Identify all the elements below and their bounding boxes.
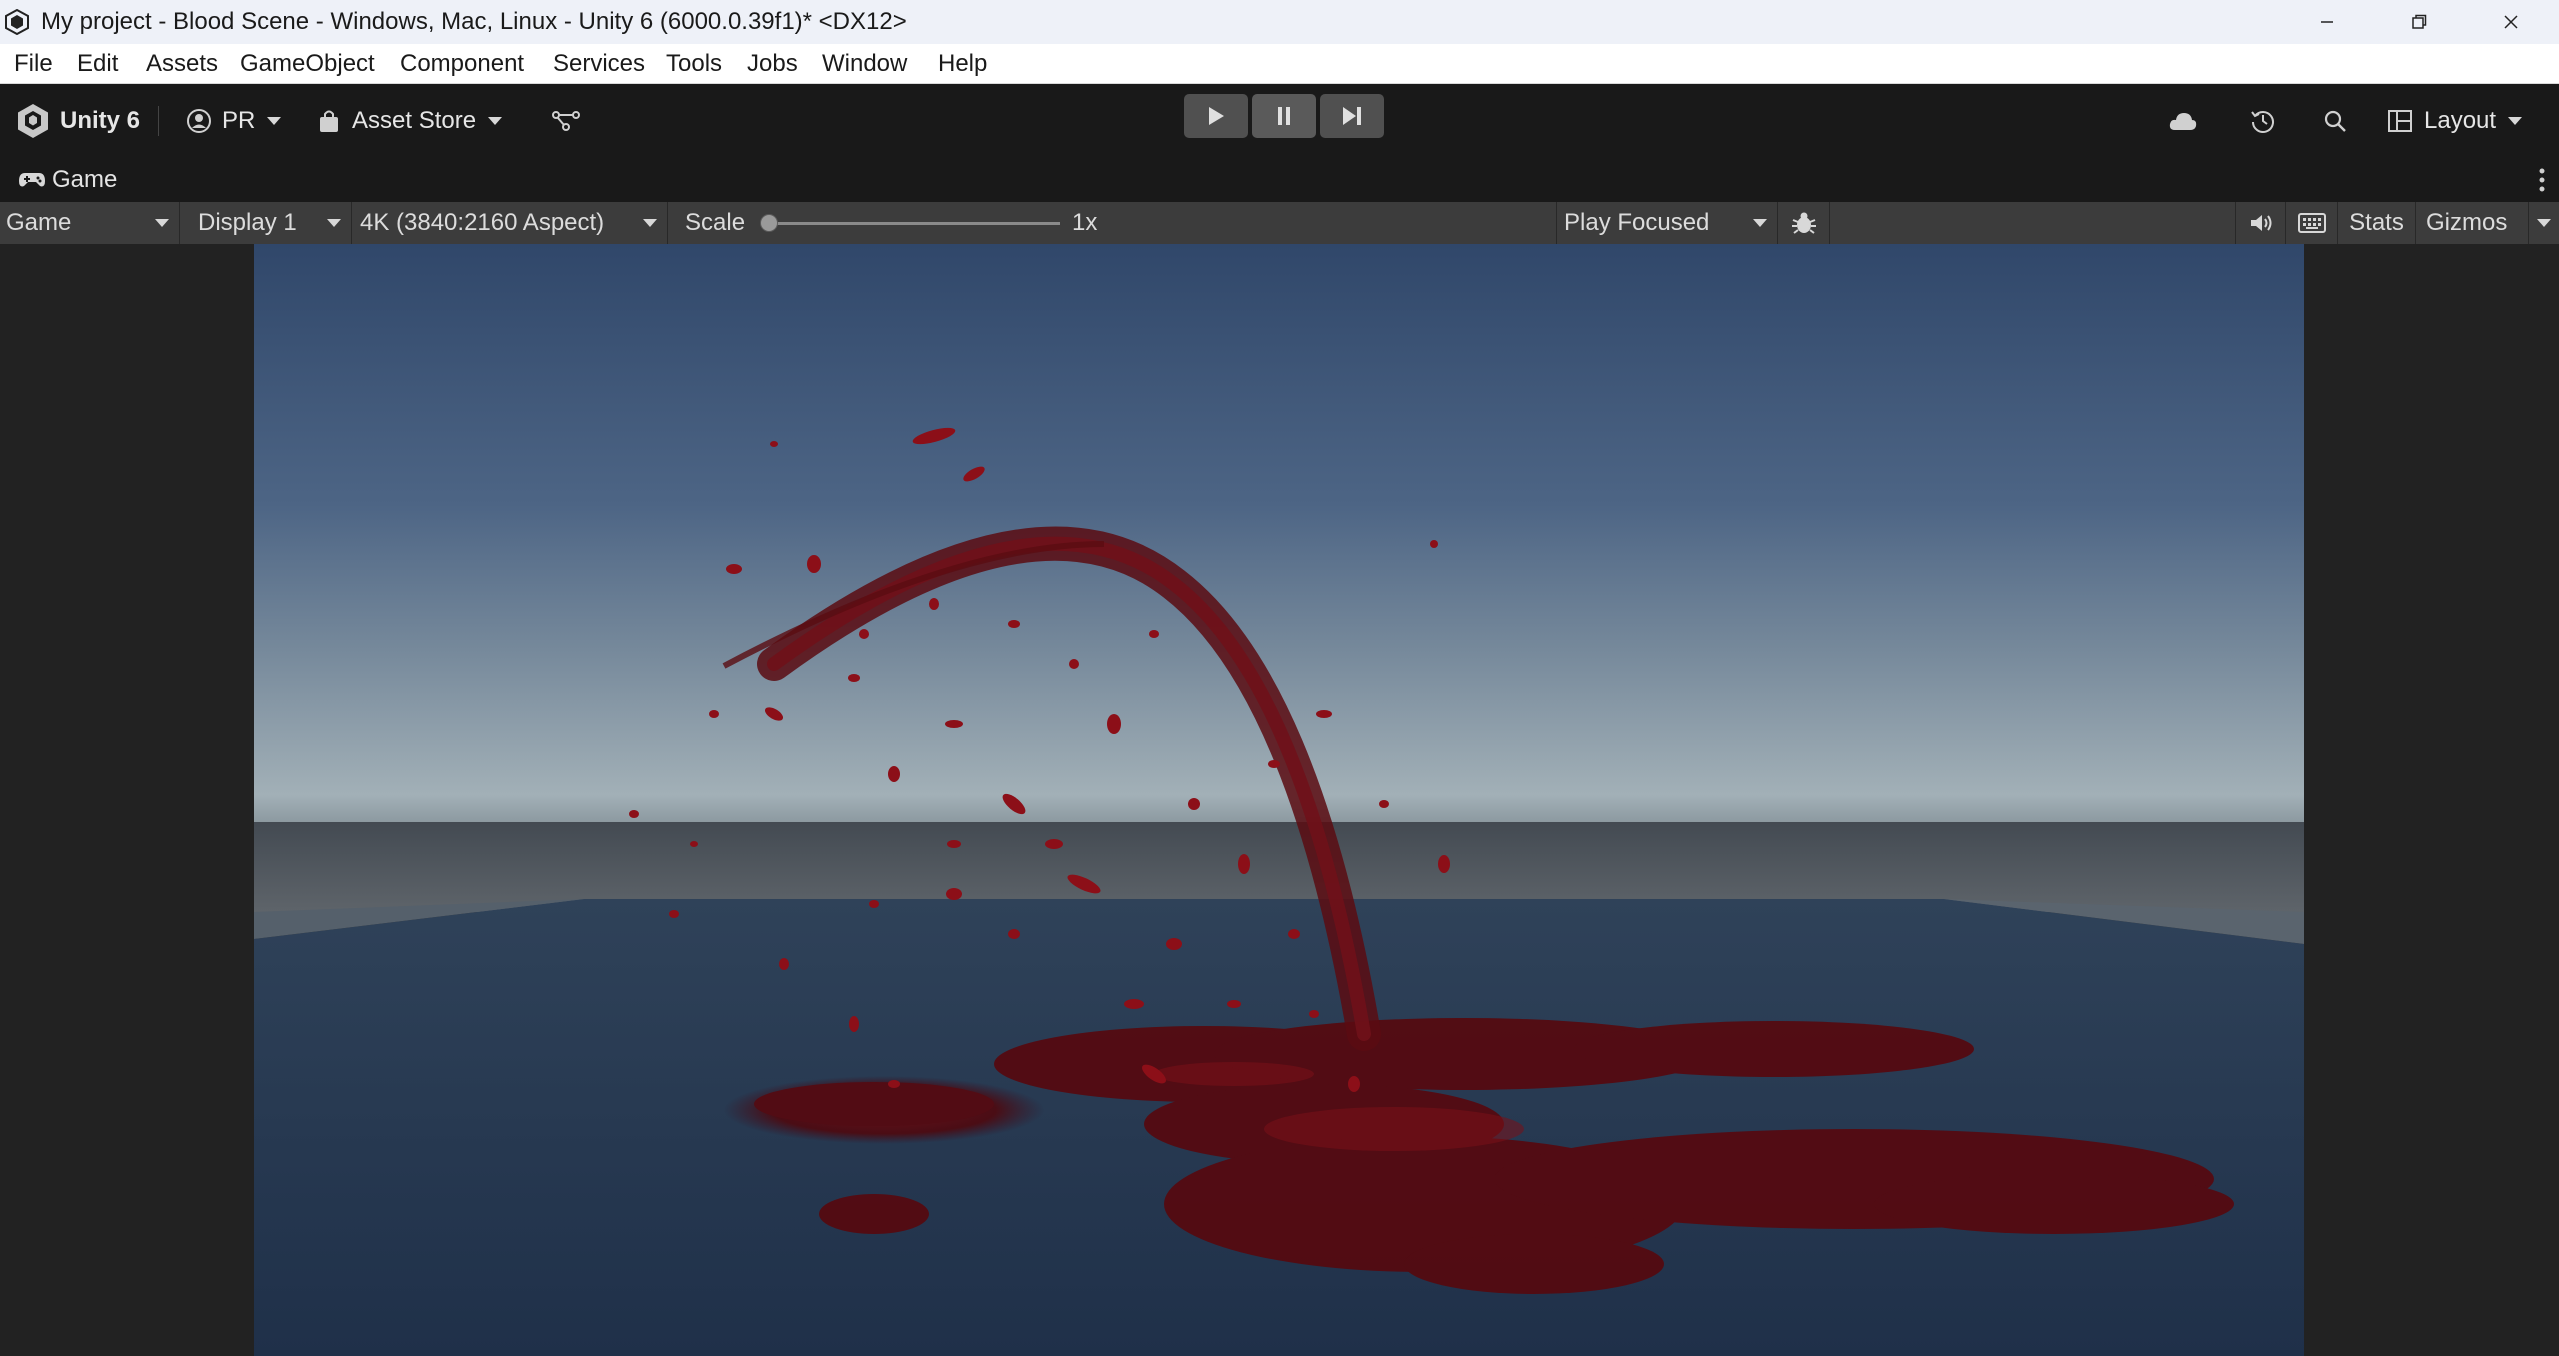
account-label: PR [222, 107, 256, 134]
mute-audio-toggle[interactable] [2236, 202, 2286, 244]
shortcuts-toggle[interactable] [2286, 202, 2338, 244]
scale-value: 1x [1072, 209, 1098, 236]
close-icon [2504, 15, 2518, 29]
version-control-icon [552, 111, 580, 131]
account-icon [187, 109, 211, 133]
chevron-down-icon [267, 117, 282, 125]
window-title: My project - Blood Scene - Windows, Mac,… [41, 8, 907, 35]
play-button[interactable] [1184, 94, 1248, 138]
unity-version-label: Unity 6 [60, 107, 141, 134]
cloud-button[interactable] [2168, 84, 2198, 158]
display-label: Display 1 [198, 209, 297, 236]
tab-game-label: Game [52, 166, 118, 193]
chevron-down-icon [155, 219, 169, 227]
layout-label: Layout [2424, 107, 2497, 134]
chevron-down-icon [643, 219, 657, 227]
menu-assets[interactable]: Assets [146, 44, 218, 83]
restore-icon [2412, 14, 2427, 29]
pause-icon [1278, 107, 1290, 125]
unity-logo-icon [18, 104, 48, 138]
chevron-down-icon [2508, 117, 2523, 125]
chevron-down-icon [1753, 219, 1767, 227]
step-icon [1343, 107, 1361, 125]
asset-store-bag-icon [320, 110, 338, 132]
menu-tools[interactable]: Tools [666, 44, 722, 83]
game-mode-label: Game [6, 209, 72, 236]
window-titlebar: My project - Blood Scene - Windows, Mac,… [0, 0, 2559, 44]
stats-toggle[interactable]: Stats [2338, 202, 2416, 244]
restore-button[interactable] [2373, 0, 2465, 44]
menu-bar: File Edit Assets GameObject Component Se… [0, 44, 2559, 84]
menu-edit[interactable]: Edit [77, 44, 118, 83]
chevron-down-icon [488, 117, 503, 125]
version-control-button[interactable] [552, 84, 580, 158]
menu-file[interactable]: File [14, 44, 53, 83]
asset-store-dropdown[interactable]: Asset Store [318, 84, 503, 158]
menu-jobs[interactable]: Jobs [747, 44, 798, 83]
game-view-toolbar: Game Display 1 4K (3840:2160 Aspect) Sca… [0, 202, 2559, 245]
speaker-icon [2250, 215, 2271, 231]
play-icon [1209, 107, 1224, 125]
scale-slider-track[interactable] [768, 222, 1060, 225]
tab-game[interactable]: Game [18, 158, 117, 202]
toolbar-divider [1556, 202, 1557, 244]
play-focus-label: Play Focused [1564, 209, 1710, 236]
scale-slider-thumb[interactable] [760, 214, 778, 232]
menu-component[interactable]: Component [400, 44, 524, 83]
menu-window[interactable]: Window [822, 44, 907, 83]
display-dropdown[interactable]: Display 1 [192, 202, 352, 244]
layout-dropdown[interactable]: Layout [2388, 84, 2523, 158]
close-button[interactable] [2465, 0, 2557, 44]
more-options-icon[interactable] [2539, 166, 2545, 194]
game-tab-bar: Game [0, 158, 2559, 202]
account-dropdown[interactable]: PR [186, 84, 282, 158]
pause-button[interactable] [1252, 94, 1316, 138]
scale-label: Scale [685, 209, 746, 236]
keyboard-icon [2297, 213, 2326, 233]
blood-scene-render [254, 244, 2304, 1356]
play-focus-dropdown[interactable]: Play Focused [1558, 202, 1778, 244]
history-button[interactable] [2250, 84, 2276, 158]
minimize-button[interactable] [2281, 0, 2373, 44]
aspect-dropdown[interactable]: 4K (3840:2160 Aspect) [354, 202, 668, 244]
toolbar-divider [158, 106, 159, 136]
menu-services[interactable]: Services [553, 44, 645, 83]
chevron-down-icon [327, 219, 341, 227]
gizmos-toggle[interactable]: Gizmos [2418, 202, 2528, 244]
layout-icon [2388, 110, 2412, 132]
minimize-icon [2321, 21, 2333, 23]
menu-help[interactable]: Help [938, 44, 987, 83]
game-mode-dropdown[interactable]: Game [0, 202, 180, 244]
game-viewport[interactable] [254, 244, 2304, 1356]
cloud-icon [2169, 113, 2197, 130]
unity-app-icon [5, 9, 29, 35]
menu-gameobject[interactable]: GameObject [240, 44, 375, 83]
search-button[interactable] [2322, 84, 2348, 158]
unity-home-button[interactable]: Unity 6 [16, 84, 140, 158]
bug-icon [1791, 212, 1816, 234]
asset-store-label: Asset Store [352, 107, 477, 134]
chevron-down-icon [2537, 219, 2551, 227]
gamepad-icon [19, 173, 45, 187]
history-icon [2251, 111, 2274, 133]
gizmos-dropdown[interactable] [2528, 202, 2559, 244]
play-controls [1184, 94, 1384, 138]
search-icon [2324, 110, 2346, 132]
aspect-label: 4K (3840:2160 Aspect) [360, 209, 605, 236]
step-button[interactable] [1320, 94, 1384, 138]
frame-debugger-button[interactable] [1778, 202, 1830, 244]
